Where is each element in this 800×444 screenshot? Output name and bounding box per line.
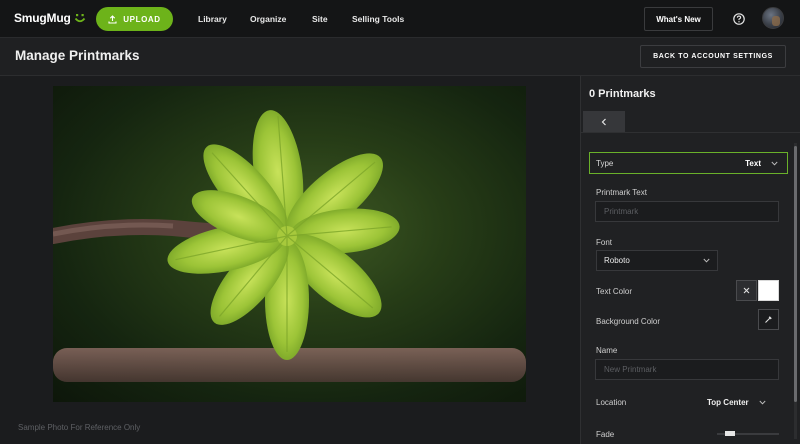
chevron-left-icon (601, 118, 606, 125)
type-select[interactable]: Type Text (589, 152, 788, 174)
type-value: Text (745, 158, 761, 168)
eyedropper-icon (765, 316, 772, 323)
panel-divider (581, 132, 800, 133)
page-header: Manage Printmarks BACK TO ACCOUNT SETTIN… (0, 38, 800, 76)
font-value: Roboto (604, 256, 630, 265)
chevron-down-icon (771, 161, 778, 166)
printmark-text-input[interactable]: Printmark (595, 201, 779, 222)
back-to-account-settings-button[interactable]: BACK TO ACCOUNT SETTINGS (640, 45, 786, 68)
upload-label: UPLOAD (123, 14, 161, 24)
printmark-text-label: Printmark Text (596, 188, 647, 197)
type-label: Type (596, 158, 614, 168)
font-label: Font (596, 238, 613, 247)
printmarks-count-title: 0 Printmarks (589, 88, 656, 100)
top-nav: SmugMug UPLOAD Library Organize Site Sel… (0, 0, 800, 38)
logo-text: SmugMug (14, 11, 71, 25)
help-icon[interactable] (733, 13, 745, 25)
background-color-label: Background Color (596, 317, 661, 326)
printmark-settings-panel: 0 Printmarks Type Text Printmark Text Pr… (580, 76, 800, 444)
fade-label: Fade (596, 430, 615, 439)
sample-photo (53, 86, 526, 402)
name-input[interactable]: New Printmark (595, 359, 779, 380)
text-color-swatch[interactable] (758, 280, 779, 301)
nav-link-site[interactable]: Site (312, 14, 328, 24)
nav-link-organize[interactable]: Organize (250, 14, 286, 24)
sample-photo-note: Sample Photo For Reference Only (18, 423, 141, 432)
nav-link-selling-tools[interactable]: Selling Tools (352, 14, 404, 24)
preview-area: Sample Photo For Reference Only (0, 76, 580, 444)
clear-color-button[interactable] (736, 280, 757, 301)
upload-icon (108, 14, 117, 24)
whats-new-button[interactable]: What's New (644, 7, 713, 31)
page-title: Manage Printmarks (15, 48, 140, 63)
panel-back-button[interactable] (583, 111, 625, 132)
chevron-down-icon (703, 258, 710, 263)
nav-link-library[interactable]: Library (198, 14, 227, 24)
smugmug-logo[interactable]: SmugMug (14, 11, 86, 25)
chevron-down-icon (759, 400, 766, 405)
font-select[interactable]: Roboto (596, 250, 718, 271)
location-value: Top Center (707, 398, 749, 407)
panel-scrollbar-thumb[interactable] (794, 146, 797, 402)
user-avatar[interactable] (762, 7, 784, 29)
name-label: Name (596, 346, 618, 355)
smiley-logo-icon (74, 13, 86, 23)
close-icon (743, 287, 750, 294)
background-color-picker[interactable] (758, 309, 779, 330)
location-select[interactable]: Top Center (707, 398, 766, 407)
location-label: Location (596, 398, 627, 407)
fade-slider-thumb[interactable] (724, 431, 735, 436)
text-color-label: Text Color (596, 287, 633, 296)
upload-button[interactable]: UPLOAD (96, 7, 173, 31)
